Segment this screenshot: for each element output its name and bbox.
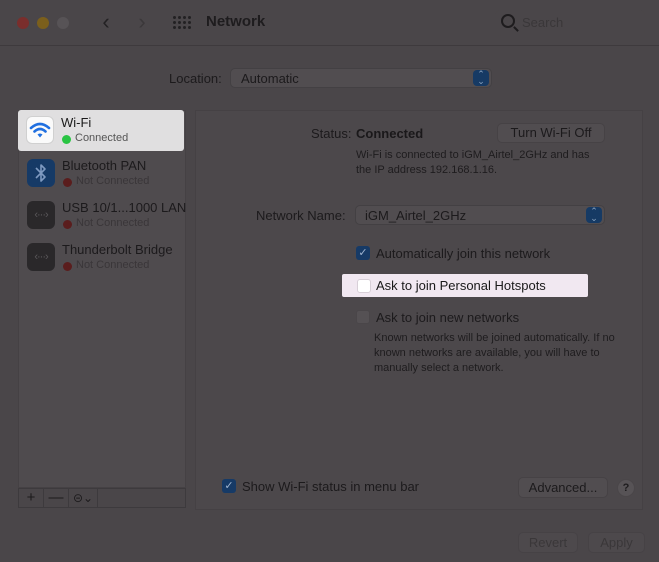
service-name: Thunderbolt Bridge: [62, 242, 173, 257]
show-wifi-status-checkbox[interactable]: ✓: [222, 479, 236, 493]
ethernet-icon: ‹···›: [27, 243, 55, 271]
show-all-grid-icon[interactable]: [173, 16, 191, 30]
close-window-button[interactable]: [17, 17, 29, 29]
service-item-thunderbolt-bridge[interactable]: ‹···› Thunderbolt Bridge Not Connected: [19, 237, 185, 279]
remove-service-button[interactable]: —: [44, 489, 69, 507]
location-select[interactable]: Automatic ⌃ ⌄: [230, 68, 492, 88]
status-description: Wi-Fi is connected to iGM_Airtel_2GHz an…: [356, 149, 590, 176]
select-stepper-icon: ⌃ ⌄: [586, 207, 602, 223]
window-title: Network: [206, 13, 266, 30]
network-name-label: Network Name:: [256, 208, 346, 223]
service-status: Not Connected: [76, 217, 150, 229]
ethernet-icon: ‹···›: [27, 201, 55, 229]
new-networks-description: Known networks will be joined automatica…: [374, 332, 615, 374]
search-placeholder: Search: [522, 15, 564, 30]
back-button[interactable]: ‹: [95, 10, 117, 36]
status-label: Status:: [311, 126, 352, 141]
service-name: Wi-Fi: [61, 115, 92, 130]
location-label: Location:: [169, 71, 222, 86]
service-list-toolbar: + — ⊝⌄: [18, 488, 186, 508]
minimize-window-button[interactable]: [37, 17, 49, 29]
forward-button[interactable]: ›: [131, 10, 153, 36]
add-service-button[interactable]: +: [19, 489, 44, 507]
turn-wifi-off-button[interactable]: Turn Wi-Fi Off: [497, 123, 605, 143]
status-dot-icon: [63, 262, 72, 271]
title-bar: ‹ › Network Search: [0, 0, 659, 46]
personal-hotspots-label: Ask to join Personal Hotspots: [376, 278, 546, 293]
help-button[interactable]: ?: [617, 479, 635, 497]
service-item-usb-lan[interactable]: ‹···› USB 10/1...1000 LAN Not Connected: [19, 195, 187, 237]
ask-new-networks-label: Ask to join new networks: [376, 310, 520, 325]
status-value: Connected: [356, 126, 424, 141]
service-list: Wi-Fi Connected Bluetooth PAN Not Connec…: [18, 110, 186, 488]
select-stepper-icon: ⌃ ⌄: [473, 70, 489, 86]
zoom-window-button[interactable]: [57, 17, 69, 29]
location-value: Automatic: [241, 71, 299, 86]
ask-new-networks-checkbox[interactable]: [356, 310, 370, 324]
show-wifi-status-label: Show Wi-Fi status in menu bar: [242, 479, 420, 494]
service-item-bluetooth-pan[interactable]: Bluetooth PAN Not Connected: [19, 153, 185, 195]
bluetooth-icon: [27, 159, 55, 187]
wifi-icon: [26, 116, 54, 144]
search-icon: [501, 14, 515, 28]
network-name-select[interactable]: iGM_Airtel_2GHz ⌃ ⌄: [355, 205, 605, 225]
auto-join-checkbox[interactable]: ✓: [356, 246, 370, 260]
action-menu-button[interactable]: ⊝⌄: [69, 489, 98, 507]
status-dot-icon: [62, 135, 71, 144]
status-dot-icon: [63, 220, 72, 229]
personal-hotspots-option: Ask to join Personal Hotspots: [342, 274, 588, 297]
service-item-wifi[interactable]: Wi-Fi Connected: [18, 110, 184, 151]
revert-button[interactable]: Revert: [518, 532, 578, 553]
search-field[interactable]: Search: [495, 10, 645, 36]
service-status: Connected: [75, 132, 129, 144]
apply-button[interactable]: Apply: [588, 532, 645, 553]
service-name: USB 10/1...1000 LAN: [62, 200, 187, 215]
status-dot-icon: [63, 178, 72, 187]
service-status: Not Connected: [76, 175, 150, 187]
advanced-button[interactable]: Advanced...: [518, 477, 608, 498]
auto-join-label: Automatically join this network: [376, 246, 551, 261]
personal-hotspots-checkbox[interactable]: [357, 279, 371, 293]
network-name-value: iGM_Airtel_2GHz: [365, 208, 467, 223]
service-status: Not Connected: [76, 259, 150, 271]
service-name: Bluetooth PAN: [62, 158, 147, 173]
